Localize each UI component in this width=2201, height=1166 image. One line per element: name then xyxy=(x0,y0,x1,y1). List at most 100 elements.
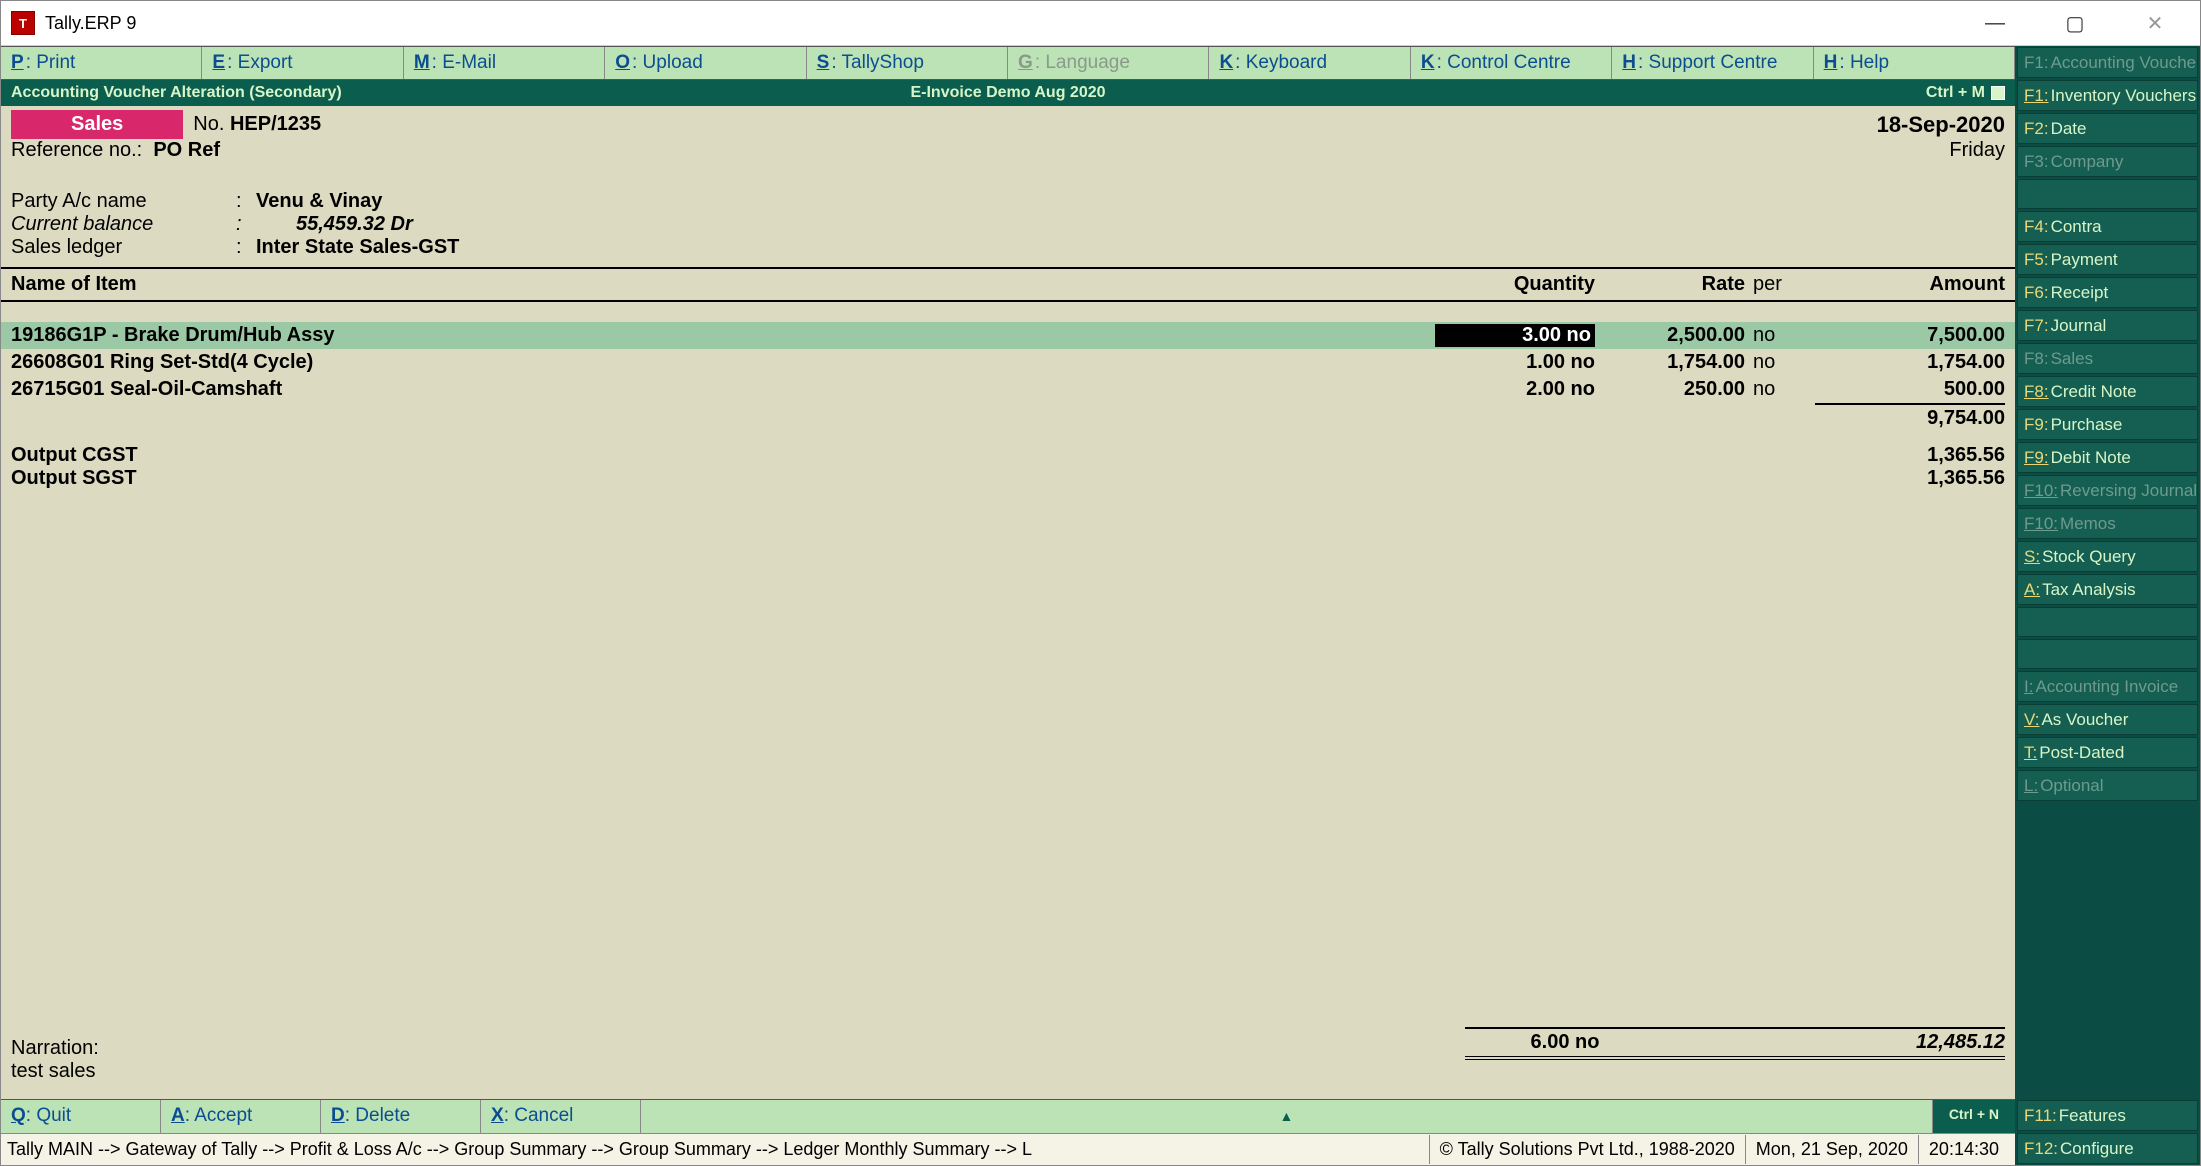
side-gap xyxy=(2017,639,2198,669)
side-button[interactable]: F2: Date xyxy=(2017,113,2198,144)
col-amount: Amount xyxy=(1815,273,2005,296)
side-gap xyxy=(2017,179,2198,209)
menu-item[interactable]: E: Export xyxy=(202,47,403,79)
party-name[interactable]: Venu & Vinay xyxy=(256,190,382,213)
subtotal-amount: 9,754.00 xyxy=(1815,407,2005,430)
window-controls: — ▢ ✕ xyxy=(1970,8,2190,38)
item-rate[interactable]: 2,500.00 xyxy=(1595,324,1745,347)
item-qty[interactable]: 1.00 no xyxy=(1435,351,1595,374)
party-label: Party A/c name xyxy=(11,190,236,213)
item-rate[interactable]: 250.00 xyxy=(1595,378,1745,401)
side-button[interactable]: F9: Debit Note xyxy=(2017,442,2198,473)
shortcut-indicator: Ctrl + M xyxy=(1926,84,2005,102)
screen-toggle-icon[interactable] xyxy=(1991,86,2005,100)
totals-box: 6.00 no 12,485.12 xyxy=(1465,1027,2005,1060)
menu-item[interactable]: O: Upload xyxy=(605,47,806,79)
action-accept[interactable]: A: Accept xyxy=(161,1100,321,1133)
item-row[interactable]: 26715G01 Seal-Oil-Camshaft2.00 no250.00n… xyxy=(1,376,2015,403)
side-button[interactable]: F8: Credit Note xyxy=(2017,376,2198,407)
voucher-content: Sales No. HEP/1235 18-Sep-2020 Reference… xyxy=(1,106,2015,1133)
ctrl-n-indicator: Ctrl + N xyxy=(1933,1100,2015,1133)
side-spacer xyxy=(2015,802,2200,1099)
window-title: Tally.ERP 9 xyxy=(45,13,1970,34)
main-area: P: PrintE: ExportM: E-MailO: UploadS: Ta… xyxy=(1,46,2015,1165)
side-button[interactable]: F12: Configure xyxy=(2017,1133,2198,1164)
side-button[interactable]: F5: Payment xyxy=(2017,244,2198,275)
app-window: T Tally.ERP 9 — ▢ ✕ P: PrintE: ExportM: … xyxy=(0,0,2201,1166)
side-button: F10: Memos xyxy=(2017,508,2198,539)
item-qty[interactable]: 3.00 no xyxy=(1435,324,1595,347)
item-rate[interactable]: 1,754.00 xyxy=(1595,351,1745,374)
action-bar: Q: QuitA: AcceptD: DeleteX: Cancel▲Ctrl … xyxy=(1,1099,2015,1133)
item-name: 19186G1P - Brake Drum/Hub Assy xyxy=(11,324,1435,347)
balance-label: Current balance xyxy=(11,213,236,236)
menu-item[interactable]: M: E-Mail xyxy=(404,47,605,79)
side-button: L: Optional xyxy=(2017,770,2198,801)
maximize-button[interactable]: ▢ xyxy=(2050,8,2100,38)
tax-name: Output SGST xyxy=(11,467,1815,490)
side-button: I: Accounting Invoice xyxy=(2017,671,2198,702)
menu-item[interactable]: K: Keyboard xyxy=(1209,47,1410,79)
app-icon: T xyxy=(11,11,35,35)
voucher-number: No. HEP/1235 xyxy=(193,113,321,136)
tax-row[interactable]: Output SGST1,365.56 xyxy=(1,467,2015,490)
side-button[interactable]: S: Stock Query xyxy=(2017,541,2198,572)
item-per: no xyxy=(1745,351,1815,374)
side-button[interactable]: F4: Contra xyxy=(2017,211,2198,242)
tax-amount: 1,365.56 xyxy=(1815,444,2005,467)
item-per: no xyxy=(1745,378,1815,401)
top-menu: P: PrintE: ExportM: E-MailO: UploadS: Ta… xyxy=(1,46,2015,80)
company-name: E-Invoice Demo Aug 2020 xyxy=(910,84,1105,102)
side-panel: F1: Accounting VouchersF1: Inventory Vou… xyxy=(2015,46,2200,1165)
side-button[interactable]: F1: Inventory Vouchers xyxy=(2017,80,2198,111)
sales-ledger-label: Sales ledger xyxy=(11,236,236,259)
item-amount: 7,500.00 xyxy=(1815,324,2005,347)
balance-value: 55,459.32 Dr xyxy=(256,213,413,236)
item-amount: 1,754.00 xyxy=(1815,351,2005,374)
narration-label: Narration: xyxy=(11,1037,1465,1060)
tax-row[interactable]: Output CGST1,365.56 xyxy=(1,444,2015,467)
close-button[interactable]: ✕ xyxy=(2130,8,2180,38)
total-qty: 6.00 no xyxy=(1465,1031,1665,1054)
action-filler: ▲ xyxy=(641,1100,1933,1133)
side-button[interactable]: F9: Purchase xyxy=(2017,409,2198,440)
item-row[interactable]: 26608G01 Ring Set-Std(4 Cycle)1.00 no1,7… xyxy=(1,349,2015,376)
party-block: Party A/c name : Venu & Vinay Current ba… xyxy=(1,166,2015,267)
body: P: PrintE: ExportM: E-MailO: UploadS: Ta… xyxy=(1,46,2200,1165)
side-button: F10: Reversing Journal xyxy=(2017,475,2198,506)
action-quit[interactable]: Q: Quit xyxy=(1,1100,161,1133)
side-button[interactable]: V: As Voucher xyxy=(2017,704,2198,735)
minimize-button[interactable]: — xyxy=(1970,8,2020,38)
voucher-header: Sales No. HEP/1235 18-Sep-2020 Reference… xyxy=(1,106,2015,166)
item-table-body: 19186G1P - Brake Drum/Hub Assy3.00 no2,5… xyxy=(1,302,2015,403)
titlebar: T Tally.ERP 9 — ▢ ✕ xyxy=(1,1,2200,46)
side-button[interactable]: F6: Receipt xyxy=(2017,277,2198,308)
side-gap xyxy=(2017,607,2198,637)
sales-ledger-value[interactable]: Inter State Sales-GST xyxy=(256,236,459,259)
side-button[interactable]: F11: Features xyxy=(2017,1100,2198,1131)
side-button: F8: Sales xyxy=(2017,343,2198,374)
subtotal-row: 9,754.00 xyxy=(1,405,2015,432)
col-per: per xyxy=(1745,273,1815,296)
menu-item[interactable]: K: Control Centre xyxy=(1411,47,1612,79)
action-cancel[interactable]: X: Cancel xyxy=(481,1100,641,1133)
side-button[interactable]: T: Post-Dated xyxy=(2017,737,2198,768)
voucher-type[interactable]: Sales xyxy=(11,110,183,139)
side-button: F1: Accounting Vouchers xyxy=(2017,47,2198,78)
menu-item[interactable]: H: Support Centre xyxy=(1612,47,1813,79)
menu-item[interactable]: S: TallyShop xyxy=(807,47,1008,79)
voucher-date[interactable]: 18-Sep-2020 xyxy=(1877,112,2005,138)
side-button[interactable]: F7: Journal xyxy=(2017,310,2198,341)
action-delete[interactable]: D: Delete xyxy=(321,1100,481,1133)
side-button[interactable]: A: Tax Analysis xyxy=(2017,574,2198,605)
menu-item[interactable]: H: Help xyxy=(1814,47,2015,79)
reference-label: Reference no.: xyxy=(11,139,142,162)
breadcrumb: Tally MAIN --> Gateway of Tally --> Prof… xyxy=(7,1139,1429,1160)
item-row[interactable]: 19186G1P - Brake Drum/Hub Assy3.00 no2,5… xyxy=(1,322,2015,349)
voucher-day: Friday xyxy=(1949,139,2005,162)
copyright: © Tally Solutions Pvt Ltd., 1988-2020 xyxy=(1429,1135,1745,1164)
menu-item[interactable]: P: Print xyxy=(1,47,202,79)
narration-text[interactable]: test sales xyxy=(11,1060,2005,1099)
reference-value[interactable]: PO Ref xyxy=(153,139,220,162)
item-qty[interactable]: 2.00 no xyxy=(1435,378,1595,401)
